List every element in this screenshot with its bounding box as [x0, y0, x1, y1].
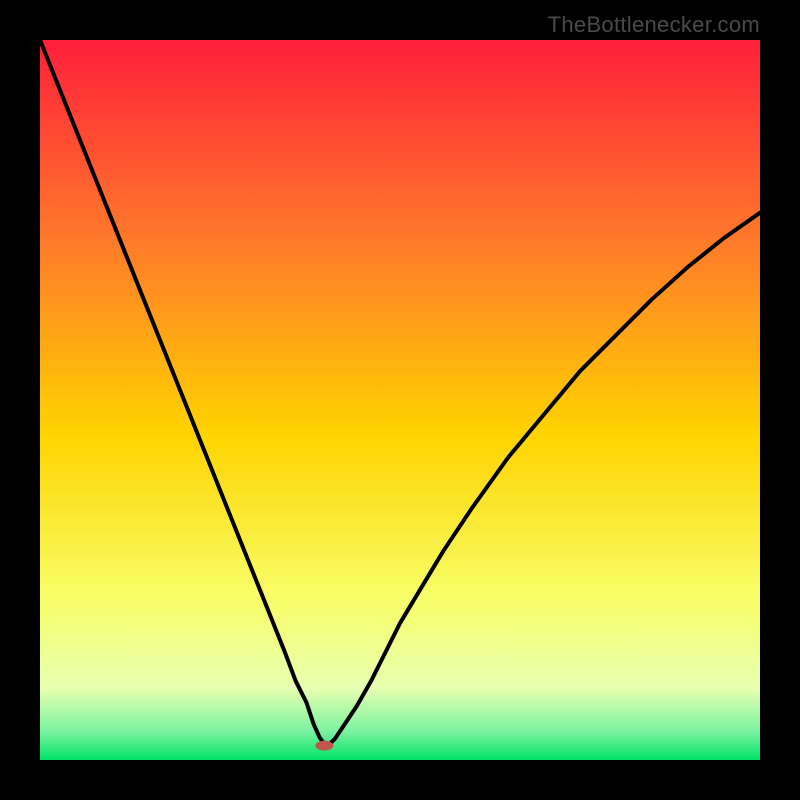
bottleneck-chart: [40, 40, 760, 760]
minimum-marker: [315, 741, 333, 751]
watermark-text: TheBottlenecker.com: [548, 12, 760, 38]
chart-frame: [40, 40, 760, 760]
gradient-background: [40, 40, 760, 760]
